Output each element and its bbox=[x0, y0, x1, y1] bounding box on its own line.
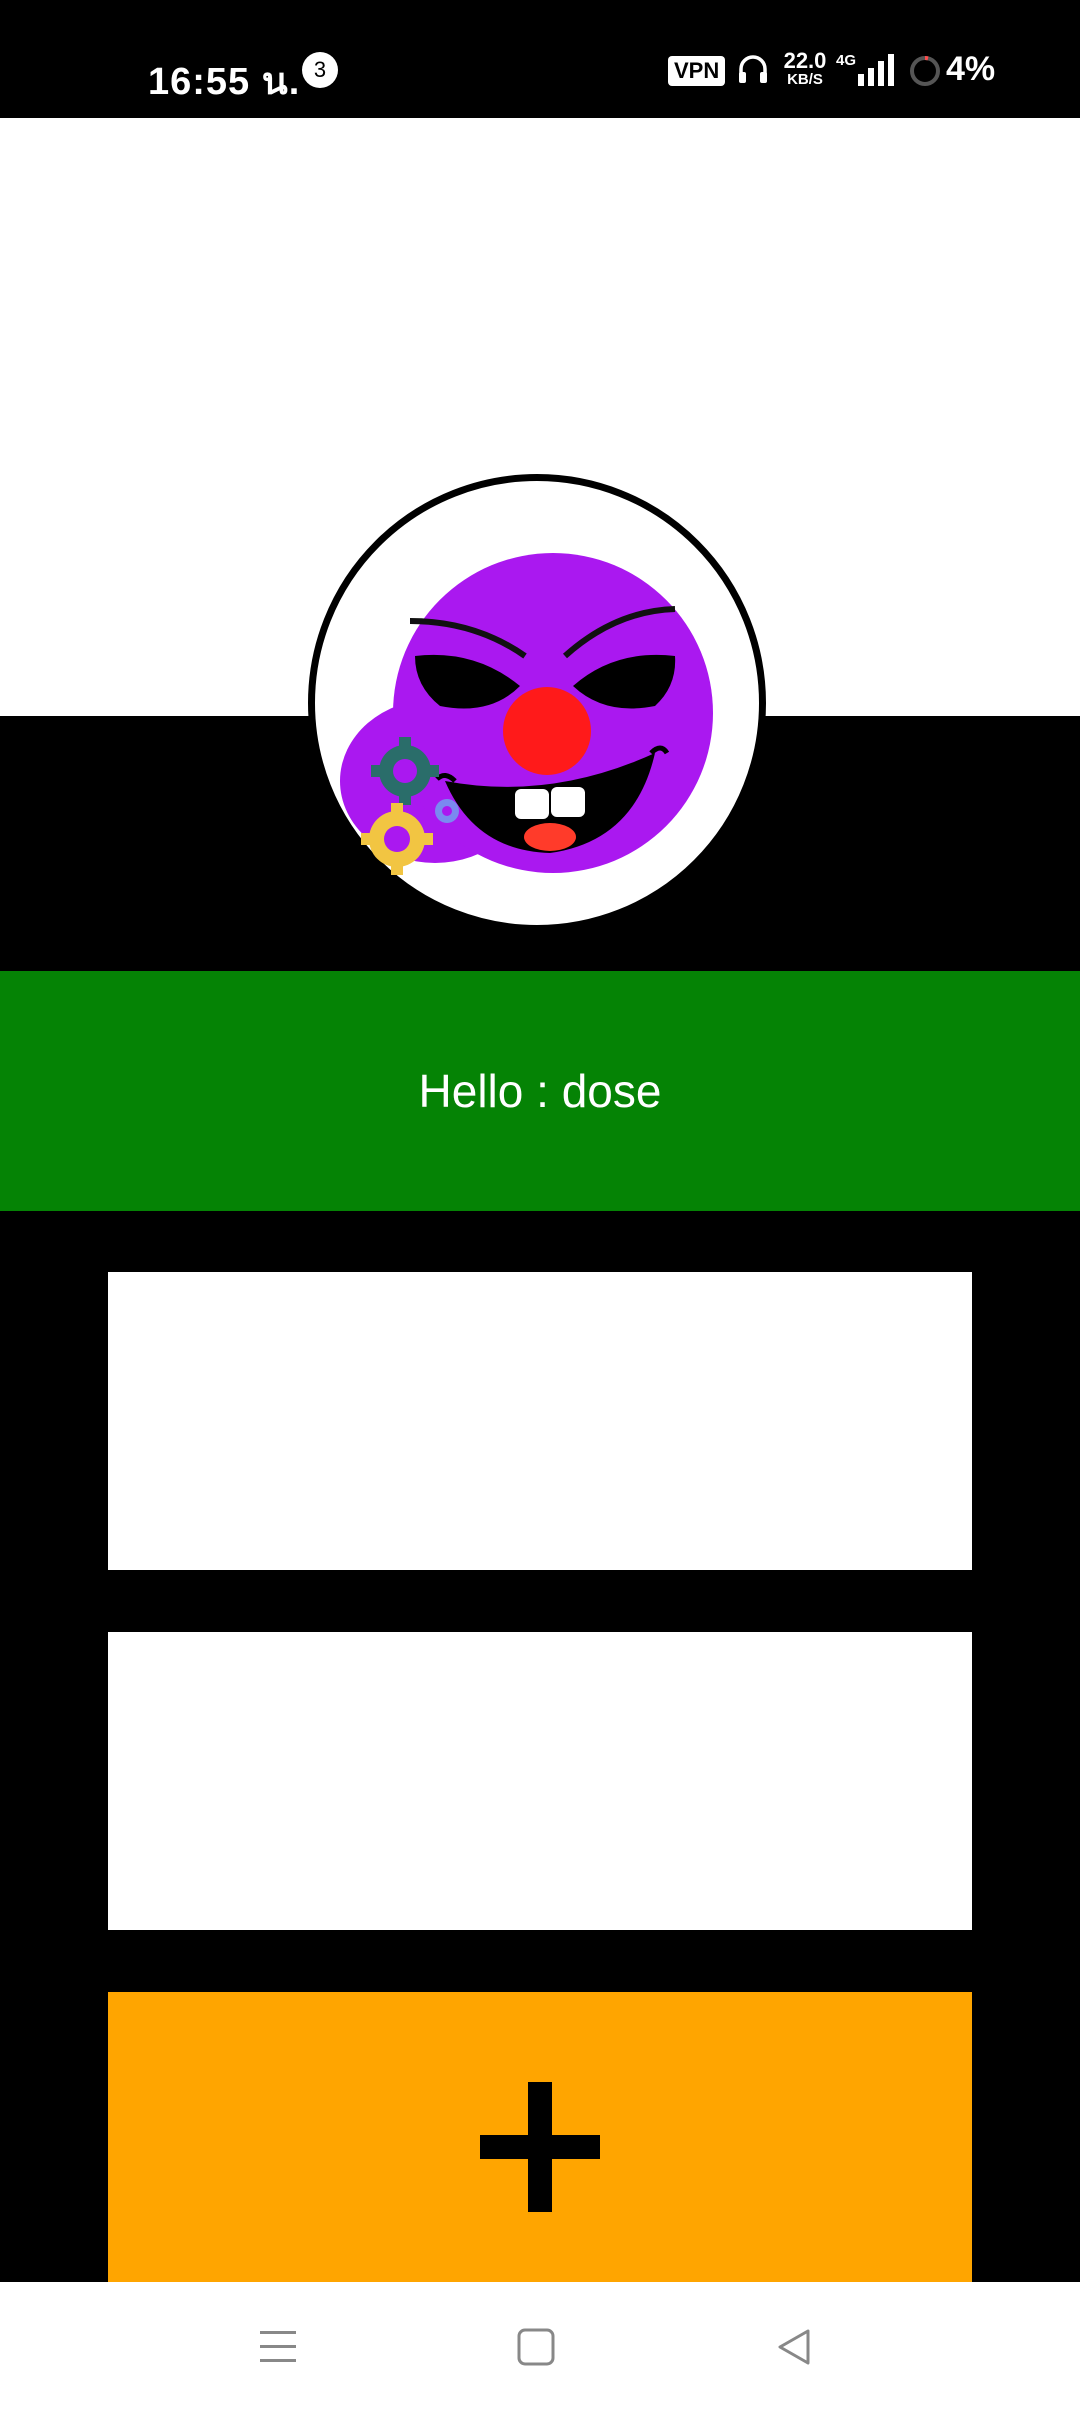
vpn-badge: VPN bbox=[668, 56, 726, 86]
profile-avatar[interactable] bbox=[308, 474, 766, 932]
content-card-1[interactable] bbox=[108, 1272, 972, 1570]
status-time: 16:55 น. bbox=[148, 61, 301, 103]
battery-ring-icon bbox=[908, 54, 942, 93]
notification-count-badge: 3 bbox=[302, 52, 338, 88]
back-icon bbox=[778, 2329, 810, 2365]
content-card-2[interactable] bbox=[108, 1632, 972, 1930]
plus-icon bbox=[480, 2082, 600, 2212]
home-button[interactable] bbox=[476, 2282, 596, 2412]
menu-icon bbox=[260, 2331, 296, 2362]
signal-icon bbox=[852, 52, 898, 93]
headphone-icon bbox=[736, 52, 770, 91]
greeting-banner: Hello : dose bbox=[0, 971, 1080, 1211]
back-button[interactable] bbox=[734, 2282, 854, 2412]
home-icon bbox=[517, 2328, 555, 2366]
network-speed: 22.0 KB/S bbox=[780, 48, 830, 88]
battery-percentage: 4% bbox=[946, 50, 996, 88]
network-speed-unit: KB/S bbox=[787, 71, 823, 88]
status-bar: 16:55 น. 3 VPN 22.0 KB/S 4G 4% bbox=[0, 0, 1080, 118]
network-speed-value: 22.0 bbox=[783, 48, 827, 73]
system-navigation-bar bbox=[0, 2282, 1080, 2412]
greeting-text: Hello : dose bbox=[418, 1065, 662, 1117]
purple-clown-face-icon bbox=[340, 553, 713, 875]
add-button[interactable] bbox=[108, 1992, 972, 2282]
recent-apps-button[interactable] bbox=[218, 2282, 338, 2412]
